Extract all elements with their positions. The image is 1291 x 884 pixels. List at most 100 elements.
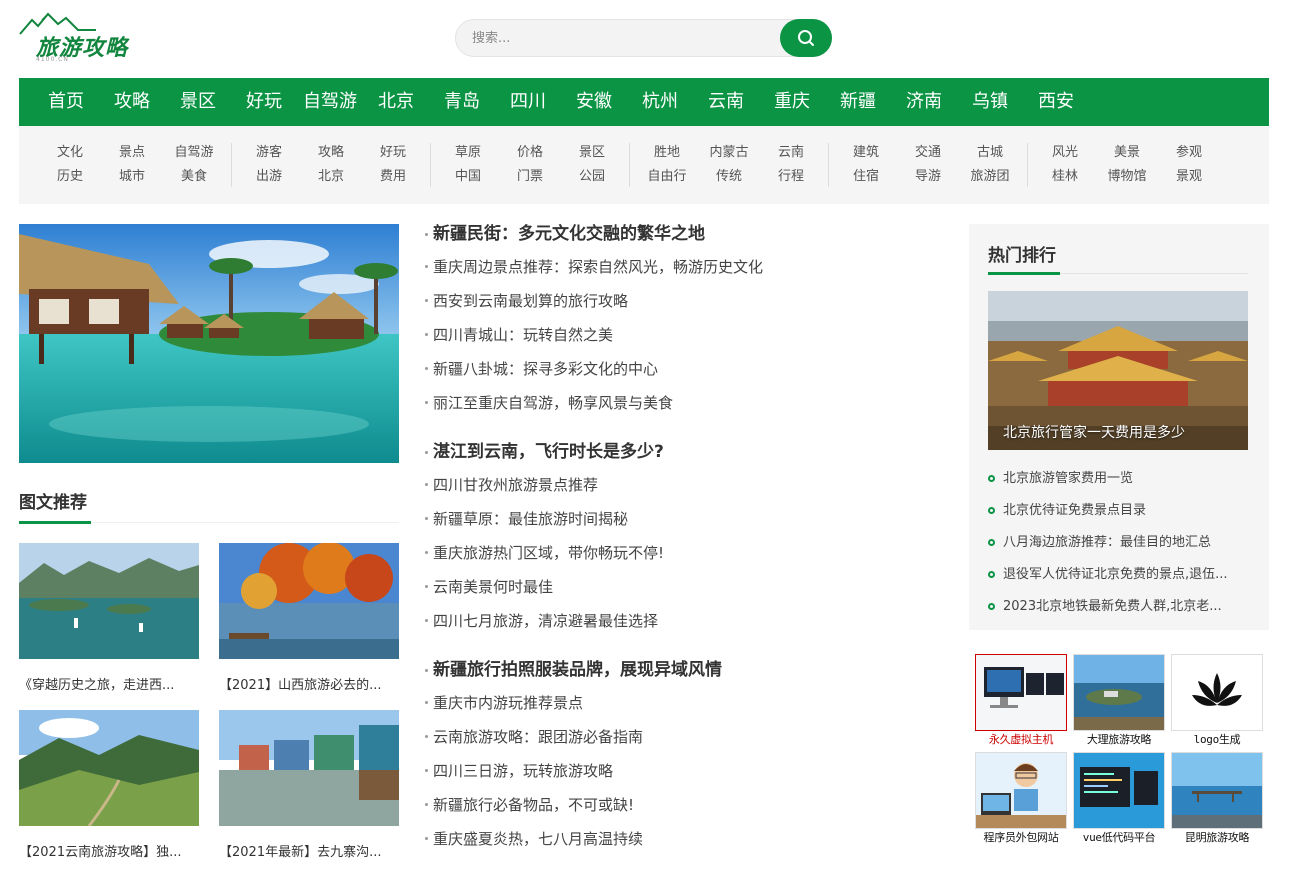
nav-item[interactable]: 济南 <box>891 78 957 126</box>
article-link[interactable]: 新疆草原：最佳旅游时间揭秘 <box>425 502 945 536</box>
article-link[interactable]: 四川青城山：玩转自然之美 <box>425 318 945 352</box>
tag-link[interactable]: 桂林 <box>1034 168 1096 186</box>
tag-link[interactable]: 中国 <box>437 168 499 186</box>
hot-list-item[interactable]: 八月海边旅游推荐：最佳目的地汇总 <box>988 527 1248 559</box>
lake-islands-image <box>19 543 199 659</box>
recommend-card[interactable]: 《穿越历史之旅，走进西... <box>19 543 199 693</box>
article-link[interactable]: 重庆周边景点推荐：探索自然风光，畅游历史文化 <box>425 250 945 284</box>
article-link[interactable]: 新疆旅行必备物品，不可或缺! <box>425 788 945 822</box>
section-divider-accent <box>19 521 91 524</box>
tag-link[interactable]: 传统 <box>698 168 760 186</box>
tag-link[interactable]: 草原 <box>437 144 499 162</box>
article-link[interactable]: 云南旅游攻略：跟团游必备指南 <box>425 720 945 754</box>
nav-item[interactable]: 首页 <box>33 78 99 126</box>
nav-item[interactable]: 攻略 <box>99 78 165 126</box>
article-link[interactable]: 西安到云南最划算的旅行攻略 <box>425 284 945 318</box>
nav-item[interactable]: 四川 <box>495 78 561 126</box>
hot-list-item[interactable]: 2023北京地铁最新免费人群,北京老... <box>988 591 1248 623</box>
tag-link[interactable]: 交通 <box>897 144 959 162</box>
article-headline[interactable]: 新疆民街：多元文化交融的繁华之地 <box>425 218 945 250</box>
tag-link[interactable]: 行程 <box>760 168 822 186</box>
article-link[interactable]: 重庆市内游玩推荐景点 <box>425 686 945 720</box>
server-monitor-image <box>975 654 1067 731</box>
tag-link[interactable]: 攻略 <box>300 144 362 162</box>
tag-link[interactable]: 出游 <box>238 168 300 186</box>
article-link[interactable]: 云南美景何时最佳 <box>425 570 945 604</box>
ad-tile[interactable]: 大理旅游攻略 <box>1073 654 1165 749</box>
tag-link[interactable]: 文化 <box>39 144 101 162</box>
partner-ads: 永久虚拟主机 大理旅游攻略 logo生成 程序员外包网站 vue低代码平台 昆明… <box>975 654 1267 847</box>
tag-link[interactable]: 内蒙古 <box>698 144 760 162</box>
tag-link[interactable]: 导游 <box>897 168 959 186</box>
tag-link[interactable]: 美食 <box>163 168 225 186</box>
search-button[interactable] <box>780 19 832 57</box>
tag-link[interactable]: 公园 <box>561 168 623 186</box>
nav-item[interactable]: 北京 <box>363 78 429 126</box>
hot-list-item[interactable]: 北京旅游管家费用一览 <box>988 463 1248 495</box>
nav-item[interactable]: 乌镇 <box>957 78 1023 126</box>
nav-item[interactable]: 安徽 <box>561 78 627 126</box>
tag-link[interactable]: 北京 <box>300 168 362 186</box>
tag-link[interactable]: 景观 <box>1158 168 1220 186</box>
ad-tile[interactable]: logo生成 <box>1171 654 1263 749</box>
ad-tile[interactable]: 昆明旅游攻略 <box>1171 752 1263 847</box>
tag-link[interactable]: 好玩 <box>362 144 424 162</box>
article-headline[interactable]: 湛江到云南，飞行时长是多少? <box>425 436 945 468</box>
nav-item[interactable]: 新疆 <box>825 78 891 126</box>
tag-link[interactable]: 参观 <box>1158 144 1220 162</box>
tag-link[interactable]: 住宿 <box>835 168 897 186</box>
article-headline[interactable]: 新疆旅行拍照服装品牌，展现异域风情 <box>425 654 945 686</box>
article-link[interactable]: 四川七月旅游，清凉避暑最佳选择 <box>425 604 945 638</box>
site-logo[interactable]: 旅游攻略 4100.CN <box>18 10 148 65</box>
hot-list-item[interactable]: 北京优待证免费景点目录 <box>988 495 1248 527</box>
nav-item[interactable]: 好玩 <box>231 78 297 126</box>
article-block: 新疆旅行拍照服装品牌，展现异域风情 重庆市内游玩推荐景点 云南旅游攻略：跟团游必… <box>425 654 945 856</box>
tag-link[interactable]: 历史 <box>39 168 101 186</box>
tag-link[interactable]: 胜地 <box>636 144 698 162</box>
hero-image[interactable] <box>19 224 399 463</box>
tag-link[interactable]: 美景 <box>1096 144 1158 162</box>
recommend-card[interactable]: 【2021】山西旅游必去的... <box>219 543 399 693</box>
recommend-card-caption: 【2021年最新】去九寨沟... <box>219 845 382 860</box>
tag-link[interactable]: 景点 <box>101 144 163 162</box>
nav-item[interactable]: 云南 <box>693 78 759 126</box>
ad-tile[interactable]: vue低代码平台 <box>1073 752 1165 847</box>
article-link[interactable]: 新疆八卦城：探寻多彩文化的中心 <box>425 352 945 386</box>
hot-ranking-panel: 热门排行 北京旅行管家一天费用是多少 北京旅游管家费用一览 北京优待证免费景点目… <box>969 224 1269 630</box>
ad-tile[interactable]: 永久虚拟主机 <box>975 654 1067 749</box>
tag-link[interactable]: 建筑 <box>835 144 897 162</box>
nav-item[interactable]: 景区 <box>165 78 231 126</box>
tag-link[interactable]: 景区 <box>561 144 623 162</box>
tag-group: 文化 景点 自驾游 历史 城市 美食 <box>33 143 232 187</box>
nav-item[interactable]: 杭州 <box>627 78 693 126</box>
recommend-card[interactable]: 【2021云南旅游攻略】独... <box>19 710 199 860</box>
tag-link[interactable]: 云南 <box>760 144 822 162</box>
hot-list-item[interactable]: 退役军人优待证北京免费的景点,退伍... <box>988 559 1248 591</box>
tag-link[interactable]: 城市 <box>101 168 163 186</box>
nav-item[interactable]: 重庆 <box>759 78 825 126</box>
tag-link[interactable]: 旅游团 <box>959 168 1021 186</box>
tag-link[interactable]: 自由行 <box>636 168 698 186</box>
article-link[interactable]: 丽江至重庆自驾游，畅享风景与美食 <box>425 386 945 420</box>
article-link[interactable]: 重庆盛夏炎热，七八月高温持续 <box>425 822 945 856</box>
ad-tile[interactable]: 程序员外包网站 <box>975 752 1067 847</box>
tag-link[interactable]: 费用 <box>362 168 424 186</box>
article-link[interactable]: 重庆旅游热门区域，带你畅玩不停! <box>425 536 945 570</box>
article-link[interactable]: 四川甘孜州旅游景点推荐 <box>425 468 945 502</box>
tag-link[interactable]: 自驾游 <box>163 144 225 162</box>
nav-item[interactable]: 青岛 <box>429 78 495 126</box>
tag-link[interactable]: 价格 <box>499 144 561 162</box>
tag-link[interactable]: 风光 <box>1034 144 1096 162</box>
ad-label: logo生成 <box>1193 733 1241 746</box>
search-input[interactable] <box>456 20 776 56</box>
tag-link[interactable]: 门票 <box>499 168 561 186</box>
tag-link[interactable]: 古城 <box>959 144 1021 162</box>
nav-item[interactable]: 自驾游 <box>297 78 363 126</box>
nav-item[interactable]: 西安 <box>1023 78 1089 126</box>
tag-link[interactable]: 游客 <box>238 144 300 162</box>
tag-link[interactable]: 博物馆 <box>1096 168 1158 186</box>
article-link[interactable]: 四川三日游，玩转旅游攻略 <box>425 754 945 788</box>
recommend-card[interactable]: 【2021年最新】去九寨沟... <box>219 710 399 860</box>
featured-article[interactable]: 北京旅行管家一天费用是多少 <box>988 291 1248 450</box>
mountain-valley-image <box>19 710 199 826</box>
